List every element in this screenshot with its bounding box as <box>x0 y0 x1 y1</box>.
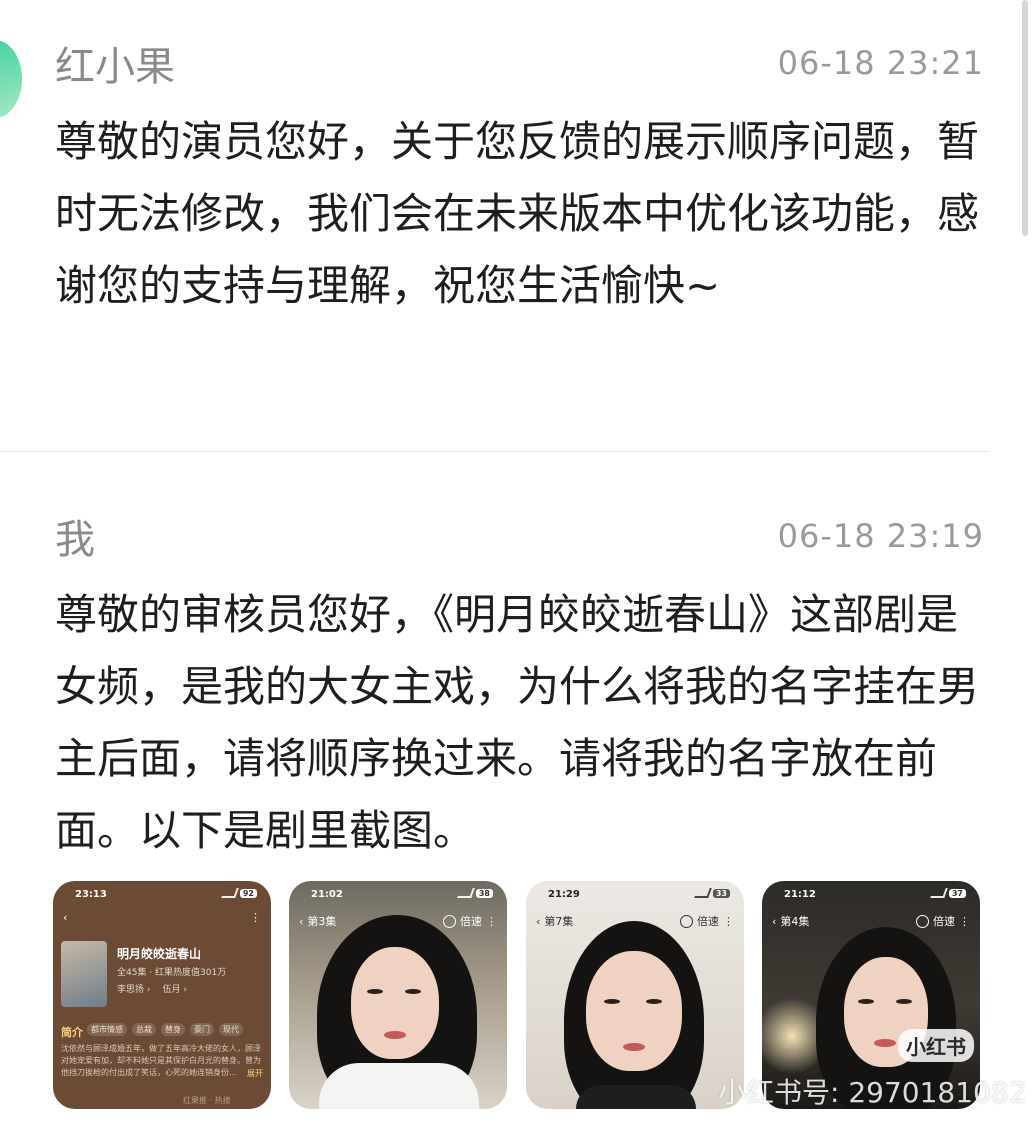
speed-icon <box>680 914 693 928</box>
speed-icon <box>916 914 929 928</box>
signal-icon <box>221 888 239 898</box>
nav-row: ‹ 第7集 倍速 ⋮ <box>536 911 734 931</box>
status-time: 23:13 <box>75 889 107 900</box>
message-timestamp: 06-18 23:19 <box>777 517 984 555</box>
tag: 总裁 <box>132 1023 156 1036</box>
message-item: 红小果 06-18 23:21 尊敬的演员您好，关于您反馈的展示顺序问题，暂时无… <box>55 32 984 322</box>
battery-icon: 92 <box>239 888 257 898</box>
lip-shape <box>874 1039 896 1047</box>
eye-shape <box>405 989 421 994</box>
status-time: 21:02 <box>311 889 343 900</box>
shirt-shape <box>319 1063 479 1109</box>
scrollbar[interactable] <box>1022 0 1028 236</box>
message-divider <box>0 451 989 452</box>
status-bar: 23:13 92 <box>53 887 271 905</box>
eye-shape <box>646 999 662 1004</box>
tag-list: 都市情感 总裁 替身 豪门 现代 <box>87 1023 243 1036</box>
nav-row: ‹ 第3集 倍速 ⋮ <box>299 911 497 931</box>
signal-icon <box>457 888 475 898</box>
watermark-text: 小红书号: 2970181082 <box>718 1076 1027 1109</box>
intro-label: 简介 <box>61 1026 83 1039</box>
lip-shape <box>623 1043 645 1051</box>
status-bar: 21:29 33 <box>526 887 744 905</box>
nav-row: ‹ ⋮ <box>63 911 261 931</box>
message-timestamp: 06-18 23:21 <box>777 44 984 82</box>
actor-name: 伍月 › <box>162 985 187 995</box>
message-text: 尊敬的审核员您好，《明月皎皎逝春山》这部剧是女频，是我的大女主戏，为什么将我的名… <box>55 590 980 855</box>
back-icon: ‹ <box>299 914 304 928</box>
signal-icon <box>694 888 712 898</box>
episode-label: 第3集 <box>307 915 337 928</box>
tag: 都市情感 <box>87 1023 127 1036</box>
more-icon: ⋮ <box>250 911 261 924</box>
face-shape <box>586 951 682 1071</box>
more-icon: ⋮ <box>959 914 970 928</box>
speed-icon <box>443 914 456 928</box>
tag: 替身 <box>161 1023 185 1036</box>
sender-avatar[interactable] <box>0 40 22 118</box>
drama-meta: 全45集 · 红果热度值301万 <box>117 968 227 978</box>
eye-shape <box>896 999 912 1004</box>
status-bar: 21:02 38 <box>289 887 507 905</box>
lip-shape <box>384 1031 406 1039</box>
message-header: 红小果 06-18 23:21 <box>55 32 984 94</box>
sender-name: 我 <box>55 517 95 563</box>
episode-label: 第7集 <box>544 915 574 928</box>
bottom-caption: 红果推 · 热搜 <box>183 1096 231 1105</box>
speed-label: 倍速 <box>697 915 719 928</box>
signal-icon <box>930 888 948 898</box>
message-text: 尊敬的演员您好，关于您反馈的展示顺序问题，暂时无法修改，我们会在未来版本中优化该… <box>55 117 980 310</box>
back-icon: ‹ <box>772 914 777 928</box>
shirt-shape <box>576 1085 696 1109</box>
speed-label: 倍速 <box>933 915 955 928</box>
episode-label: 第4集 <box>780 915 810 928</box>
tag: 豪门 <box>190 1023 214 1036</box>
nav-row: ‹ 第4集 倍速 ⋮ <box>772 911 970 931</box>
message-item: 我 06-18 23:19 尊敬的审核员您好，《明月皎皎逝春山》这部剧是女频，是… <box>55 505 984 867</box>
eye-shape <box>604 999 620 1004</box>
back-icon: ‹ <box>536 914 541 928</box>
attachment-image-drama-detail[interactable]: 23:13 92 ‹ ⋮ 明月皎皎逝春山 全45集 · 红果热度值301万 李思… <box>53 881 271 1109</box>
battery-icon: 33 <box>712 888 730 898</box>
eye-shape <box>367 989 383 994</box>
actor-name: 李思扬 › <box>117 985 151 995</box>
drama-title: 明月皎皎逝春山 <box>117 947 202 961</box>
battery-icon: 37 <box>948 888 966 898</box>
expand-link: 展开 <box>247 1069 263 1078</box>
more-icon: ⋮ <box>723 914 734 928</box>
status-bar: 21:12 37 <box>762 887 980 905</box>
xiaohongshu-logo: 小红书 <box>898 1029 974 1062</box>
attachment-image-episode-7[interactable]: 21:29 33 ‹ 第7集 倍速 ⋮ <box>526 881 744 1109</box>
candle-light <box>762 991 822 1081</box>
eye-shape <box>858 999 874 1004</box>
sender-name: 红小果 <box>55 44 175 90</box>
drama-poster <box>61 941 107 1007</box>
tag: 现代 <box>219 1023 243 1036</box>
attachment-image-episode-3[interactable]: 21:02 38 ‹ 第3集 倍速 ⋮ <box>289 881 507 1109</box>
drama-description: 沈依然与顾泽成婚五年，做了五年高冷大佬的女人，顾泽对她宠爱有加，却不料她只是其保… <box>61 1044 261 1077</box>
more-icon: ⋮ <box>486 914 497 928</box>
face-shape <box>351 947 439 1059</box>
status-time: 21:12 <box>784 889 816 900</box>
battery-icon: 38 <box>475 888 493 898</box>
actor-list: 李思扬 › 伍月 › <box>117 982 187 995</box>
message-header: 我 06-18 23:19 <box>55 505 984 567</box>
status-time: 21:29 <box>548 889 580 900</box>
back-icon: ‹ <box>63 911 68 924</box>
speed-label: 倍速 <box>460 915 482 928</box>
